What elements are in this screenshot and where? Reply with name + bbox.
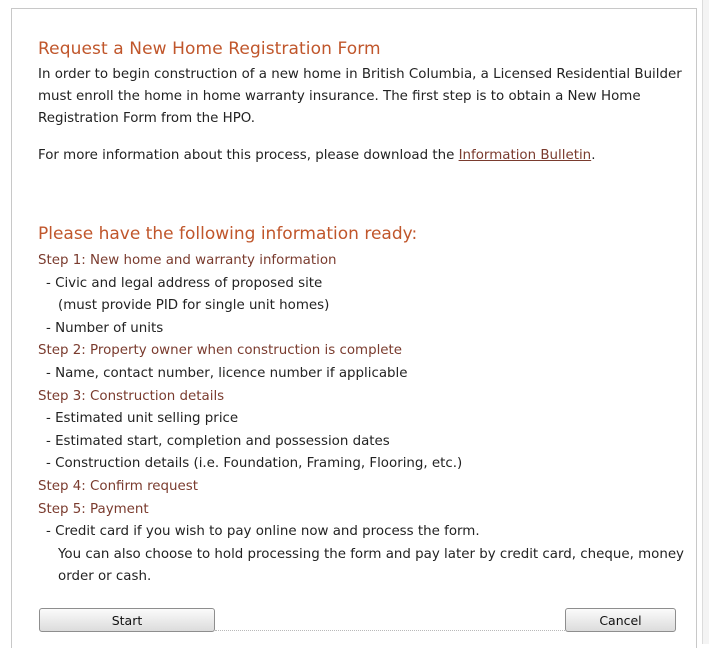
- step-item: (must provide PID for single unit homes): [58, 298, 330, 314]
- step-item: - Estimated unit selling price: [46, 411, 239, 427]
- step-item: - Construction details (i.e. Foundation,…: [46, 456, 463, 472]
- start-button[interactable]: Start: [39, 608, 215, 632]
- cancel-button[interactable]: Cancel: [565, 608, 676, 632]
- divider: [215, 630, 565, 632]
- step-title: Step 5: Payment: [38, 501, 149, 517]
- step-title: Step 1: New home and warranty informatio…: [38, 253, 337, 268]
- step-item: - Estimated start, completion and posses…: [46, 433, 390, 449]
- intro-section: Request a New Home Registration Form In …: [38, 38, 698, 167]
- payment-note: You can also choose to hold processing t…: [58, 546, 684, 585]
- more-info-prefix: For more information about this process,…: [38, 148, 459, 163]
- intro-text: In order to begin construction of a new …: [38, 67, 682, 126]
- step-title: Step 2: Property owner when construction…: [38, 343, 403, 359]
- step-item: - Civic and legal address of proposed si…: [46, 275, 323, 291]
- section-title: Please have the following information re…: [38, 224, 418, 244]
- information-bulletin-link[interactable]: Information Bulletin: [459, 148, 592, 163]
- page-title: Request a New Home Registration Form: [38, 39, 381, 59]
- step-title: Step 3: Construction details: [38, 388, 225, 404]
- step-item: - Credit card if you wish to pay online …: [46, 524, 480, 540]
- step-item: - Name, contact number, licence number i…: [46, 365, 408, 381]
- more-info-suffix: .: [591, 148, 596, 163]
- step-item: - Number of units: [46, 320, 164, 336]
- scrollbar[interactable]: [702, 0, 709, 644]
- steps-list: Step 1: New home and warranty informatio…: [38, 250, 698, 589]
- step-title: Step 4: Confirm request: [38, 478, 198, 494]
- more-info-text: For more information about this process,…: [38, 145, 698, 167]
